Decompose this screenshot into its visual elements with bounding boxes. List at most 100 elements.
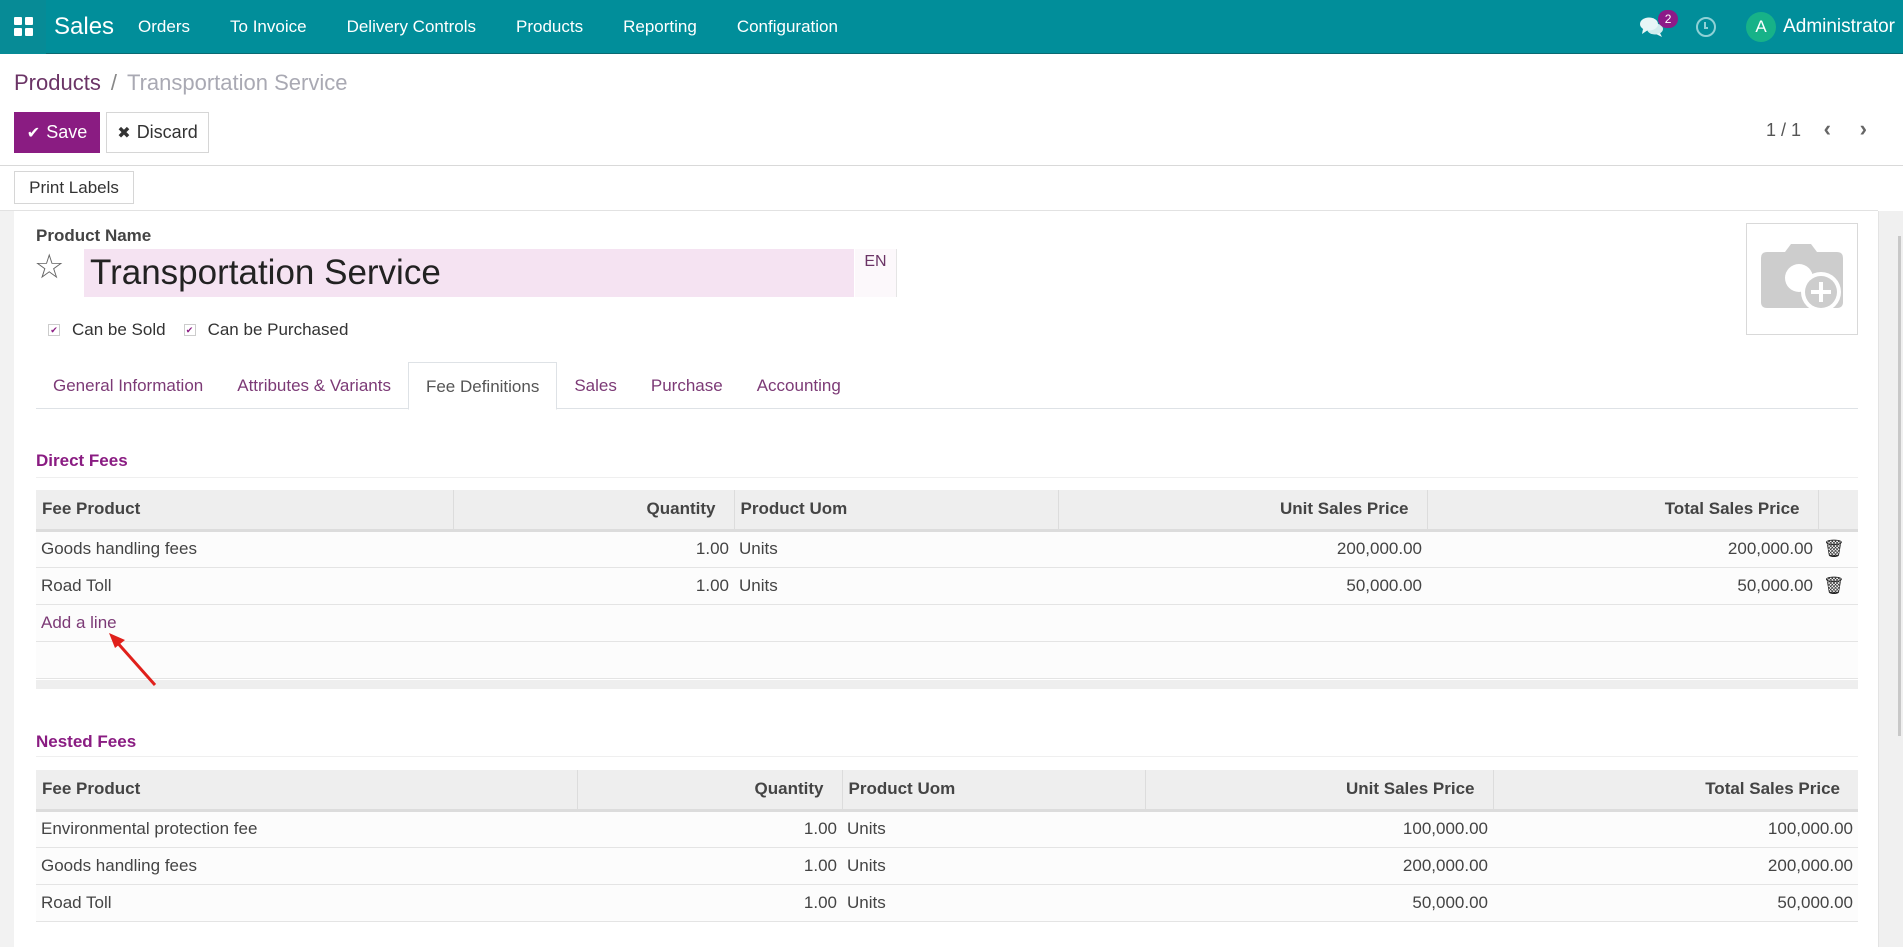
tab-attributes-variants[interactable]: Attributes & Variants [220, 362, 408, 409]
messages-count-badge: 2 [1658, 10, 1679, 28]
nested-fees-divider [36, 756, 1858, 757]
discard-label: Discard [136, 122, 198, 142]
menu-to-invoice[interactable]: To Invoice [230, 17, 307, 37]
can-be-sold-checkbox[interactable]: ✔ [48, 324, 60, 336]
add-line-link[interactable]: Add a line [41, 613, 117, 632]
apps-grid-icon [13, 17, 33, 36]
cell-quantity: 1.00 [577, 847, 842, 885]
discard-button[interactable]: ✖ Discard [106, 112, 209, 153]
close-icon: ✖ [117, 124, 131, 142]
table-row[interactable]: Road Toll 1.00 Units 50,000.00 50,000.00… [36, 567, 1858, 605]
can-be-purchased-label: Can be Purchased [207, 320, 349, 339]
tab-general-information[interactable]: General Information [36, 362, 220, 409]
cell-quantity[interactable]: 1.00 [453, 530, 734, 568]
avatar[interactable]: A [1746, 12, 1777, 42]
cell-total[interactable]: 50,000.00 [1427, 567, 1818, 605]
tab-purchase[interactable]: Purchase [634, 362, 740, 409]
cell-fee-product: Goods handling fees [36, 847, 577, 885]
clock-icon[interactable] [1696, 17, 1717, 37]
control-panel-divider [0, 165, 1903, 166]
can-be-purchased-checkbox[interactable]: ✔ [183, 324, 196, 336]
app-brand[interactable]: Sales [54, 13, 114, 41]
cell-quantity: 1.00 [577, 810, 842, 848]
direct-fees-table: Fee Product Quantity Product Uom Unit Sa… [36, 490, 1858, 679]
col-actions [1818, 490, 1858, 532]
cell-fee-product[interactable]: Goods handling fees [36, 530, 453, 568]
menu-reporting[interactable]: Reporting [623, 17, 697, 37]
menu-configuration[interactable]: Configuration [737, 17, 838, 37]
nested-fees-table: Fee Product Quantity Product Uom Unit Sa… [36, 770, 1858, 922]
table-row[interactable]: Environmental protection fee 1.00 Units … [36, 810, 1858, 848]
col-product-uom[interactable]: Product Uom [734, 490, 1059, 532]
breadcrumb: Products / Transportation Service [14, 70, 347, 96]
cell-total: 100,000.00 [1493, 810, 1858, 848]
col-quantity[interactable]: Quantity [453, 490, 735, 532]
col-product-uom[interactable]: Product Uom [842, 770, 1146, 812]
cell-uom: Units [842, 810, 1145, 848]
col-total-sales-price[interactable]: Total Sales Price [1427, 490, 1819, 532]
user-menu[interactable]: Administrator [1783, 16, 1895, 38]
menu-orders[interactable]: Orders [138, 17, 190, 37]
direct-fees-divider [36, 477, 1858, 478]
table-row[interactable]: Goods handling fees 1.00 Units 200,000.0… [36, 530, 1858, 568]
col-fee-product[interactable]: Fee Product [36, 770, 578, 812]
table-row[interactable]: Goods handling fees 1.00 Units 200,000.0… [36, 847, 1858, 885]
breadcrumb-separator: / [110, 70, 117, 95]
menu-delivery-controls[interactable]: Delivery Controls [347, 17, 476, 37]
save-label: Save [46, 122, 88, 142]
language-button[interactable]: EN [855, 249, 897, 297]
camera-plus-icon [1761, 244, 1843, 312]
menu-products[interactable]: Products [516, 17, 583, 37]
col-unit-sales-price[interactable]: Unit Sales Price [1058, 490, 1428, 532]
chevron-left-icon[interactable]: ‹ [1824, 116, 1831, 142]
top-navbar: Sales Orders To Invoice Delivery Control… [0, 0, 1903, 54]
tab-fee-definitions[interactable]: Fee Definitions [407, 362, 558, 410]
scrollbar-thumb[interactable] [1898, 236, 1901, 736]
col-unit-sales-price[interactable]: Unit Sales Price [1145, 770, 1494, 812]
save-button[interactable]: ✔ Save [14, 112, 100, 153]
star-icon[interactable]: ☆ [34, 250, 64, 284]
cell-unit-price[interactable]: 200,000.00 [1058, 530, 1427, 568]
cell-fee-product[interactable]: Road Toll [36, 567, 453, 605]
product-image-upload[interactable] [1746, 223, 1858, 335]
product-checkboxes: ✔ Can be Sold ✔ Can be Purchased [48, 320, 366, 340]
tab-accounting[interactable]: Accounting [740, 362, 858, 409]
trash-icon[interactable]: 🗑 [1823, 576, 1845, 595]
cell-total[interactable]: 200,000.00 [1427, 530, 1818, 568]
cell-quantity[interactable]: 1.00 [453, 567, 734, 605]
nested-fees-title: Nested Fees [36, 732, 137, 751]
cell-fee-product: Road Toll [36, 884, 577, 922]
col-quantity[interactable]: Quantity [577, 770, 843, 812]
messages-button[interactable]: 2 [1640, 0, 1680, 54]
table-header-row: Fee Product Quantity Product Uom Unit Sa… [36, 490, 1858, 532]
cell-uom[interactable]: Units [734, 567, 1058, 605]
cell-unit-price: 200,000.00 [1145, 847, 1493, 885]
chevron-right-icon[interactable]: › [1860, 116, 1867, 142]
breadcrumb-current: Transportation Service [126, 70, 348, 95]
col-fee-product[interactable]: Fee Product [36, 490, 454, 532]
cell-quantity: 1.00 [577, 884, 842, 922]
tab-sales[interactable]: Sales [557, 362, 634, 409]
cell-unit-price: 100,000.00 [1145, 810, 1493, 848]
apps-menu-button[interactable] [0, 0, 46, 54]
table-footer-bar [36, 680, 1858, 689]
direct-fees-title: Direct Fees [36, 451, 128, 470]
form-tabs: General Information Attributes & Variant… [36, 362, 1858, 410]
col-total-sales-price[interactable]: Total Sales Price [1493, 770, 1858, 812]
annotation-arrow-icon [109, 633, 157, 686]
cell-total: 50,000.00 [1493, 884, 1858, 922]
sheet-background [0, 211, 14, 947]
product-name-input[interactable] [84, 249, 854, 297]
cell-fee-product: Environmental protection fee [36, 810, 577, 848]
cell-uom: Units [842, 884, 1145, 922]
cell-unit-price[interactable]: 50,000.00 [1058, 567, 1427, 605]
cell-uom: Units [842, 847, 1145, 885]
cell-total: 200,000.00 [1493, 847, 1858, 885]
print-labels-button[interactable]: Print Labels [14, 171, 134, 204]
scrollbar[interactable] [1878, 211, 1903, 947]
trash-icon[interactable]: 🗑 [1823, 539, 1845, 558]
breadcrumb-products[interactable]: Products [14, 70, 101, 96]
delete-cell: 🗑 [1818, 530, 1858, 568]
cell-uom[interactable]: Units [734, 530, 1058, 568]
table-row[interactable]: Road Toll 1.00 Units 50,000.00 50,000.00 [36, 884, 1858, 922]
